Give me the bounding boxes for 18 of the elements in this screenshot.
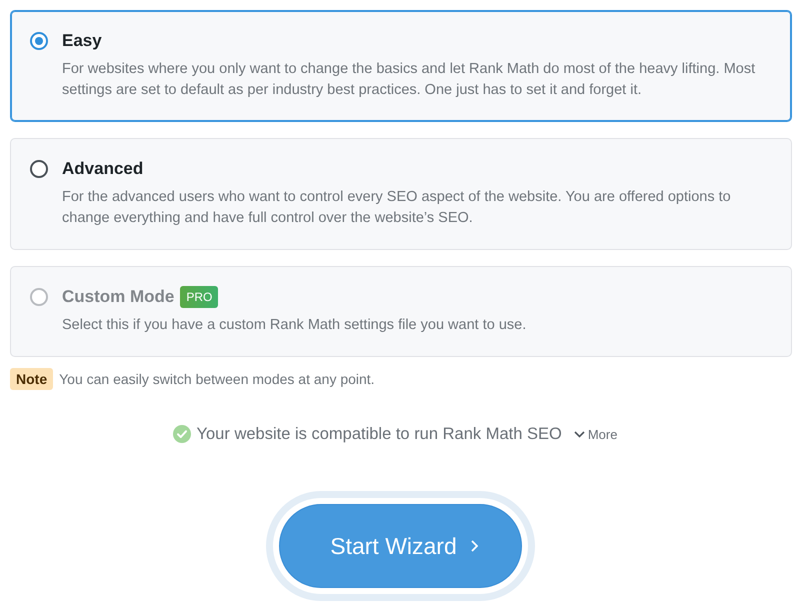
radio-button[interactable]	[30, 32, 48, 50]
mode-description: Select this if you have a custom Rank Math settings file you want to use.	[62, 316, 528, 335]
note-text: You can easily switch between modes at any point.	[59, 371, 375, 387]
chevron-down-icon	[574, 430, 585, 438]
note-badge: Note	[10, 368, 54, 390]
mode-description: For the advanced users who want to control every SEO aspect of the website. You are offered options to change everything and have full control over the website’s SEO.	[62, 188, 732, 228]
mode-title: Easy	[62, 30, 102, 52]
mode-option-card[interactable]	[10, 10, 792, 122]
mode-option-card[interactable]: Advanced For the advanced users who want to control every SEO aspect of the website. You are offered options to change everything and have full control over the website’s SEO.	[10, 138, 792, 250]
radio-button[interactable]	[30, 160, 48, 178]
chevron-right-icon	[470, 540, 478, 552]
start-wizard-button[interactable]: Start Wizard	[266, 491, 534, 601]
more-link[interactable]: More	[574, 426, 618, 442]
pro-badge: PRO	[180, 286, 218, 308]
mode-title: Custom Mode	[62, 286, 174, 308]
mode-description: For websites where you only want to change the basics and let Rank Math do most of the heavy lifting. Most settings are set to default as per industry best practices. One just has to set it and forget it.	[62, 60, 756, 100]
compatibility-text: Your website is compatible to run Rank Math SEO	[196, 424, 562, 445]
mode-title: Advanced	[62, 158, 144, 180]
